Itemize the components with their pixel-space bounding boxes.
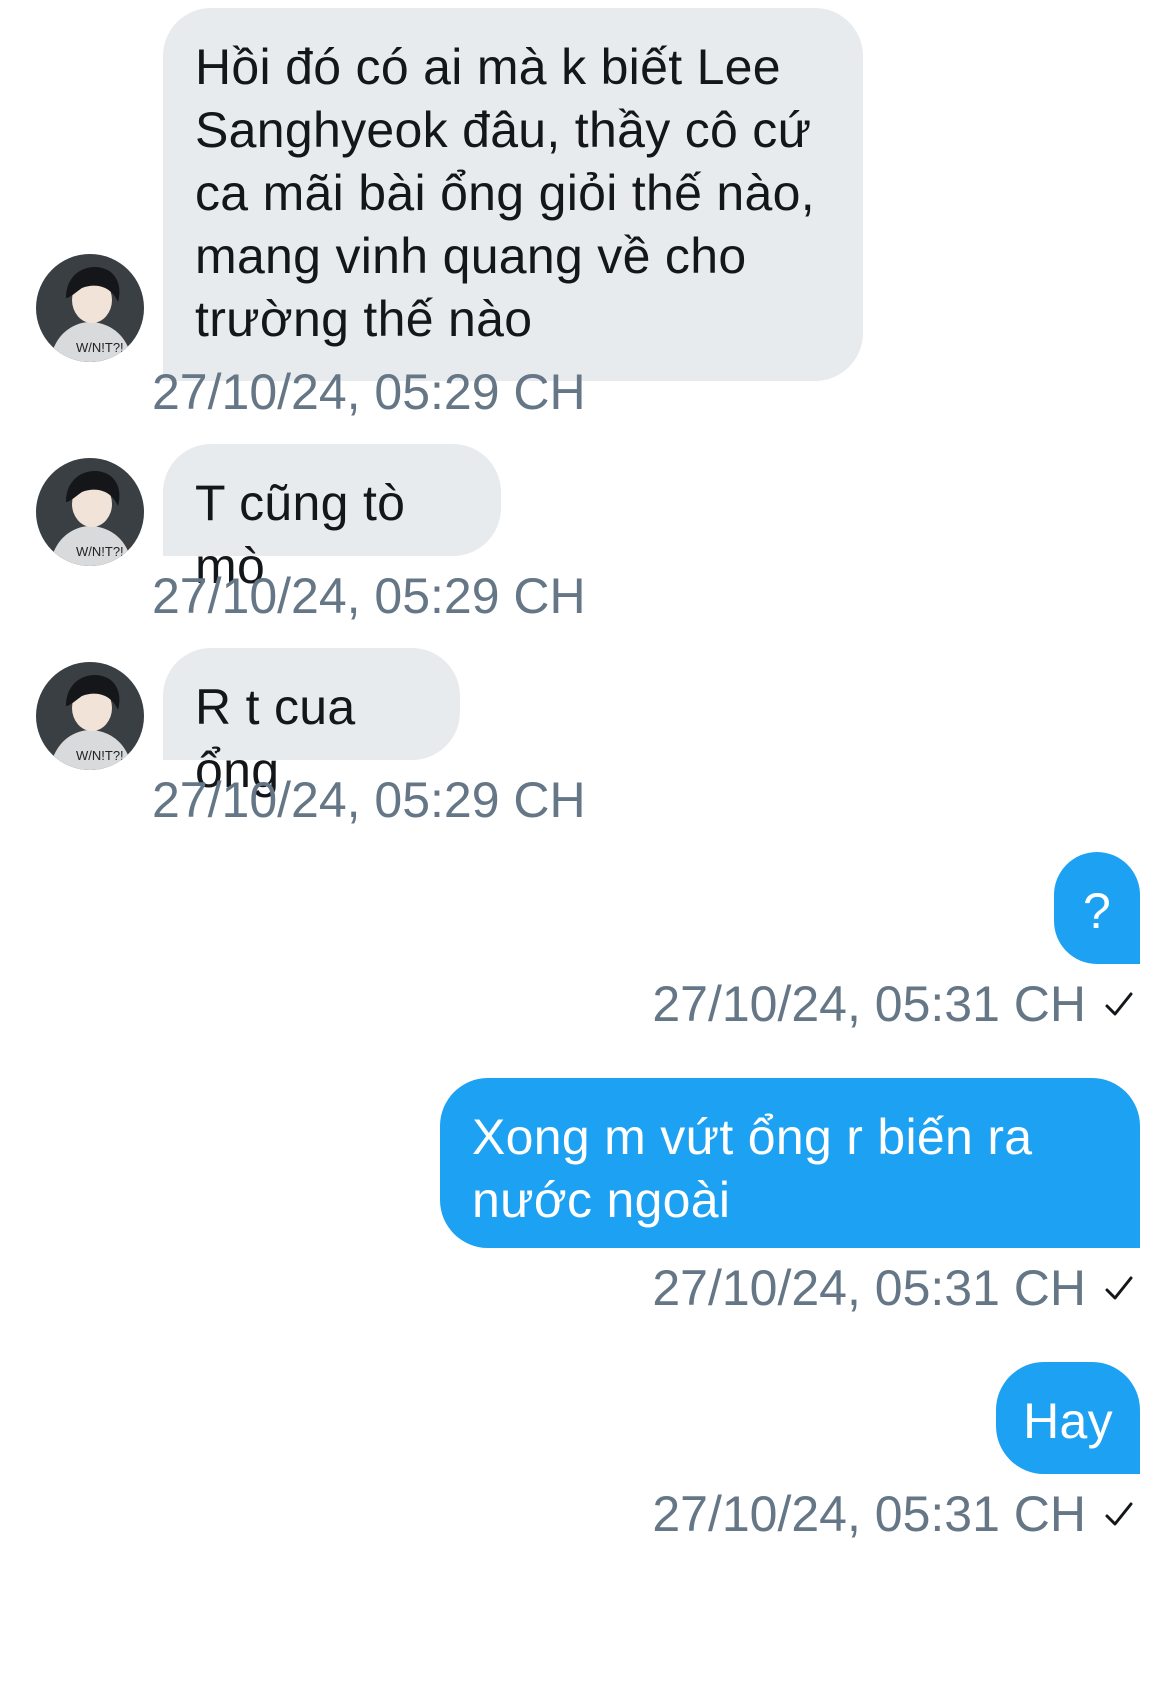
avatar-icon[interactable]: W/N!T?! [36,662,144,770]
outgoing-message-bubble[interactable]: Xong m vứt ổng r biến ra nước ngoài [440,1078,1140,1248]
incoming-message-bubble[interactable]: T cũng tò mò [163,444,501,594]
check-icon [1105,992,1133,1016]
svg-text:W/N!T?!: W/N!T?! [76,544,124,559]
check-icon [1105,1502,1133,1526]
incoming-message-bubble[interactable]: R t cua ổng [163,648,460,798]
incoming-message-bubble[interactable]: Hồi đó có ai mà k biết Lee Sanghyeok đâu… [163,8,863,381]
timestamp-text: 27/10/24, 05:31 CH [652,976,1086,1032]
avatar-icon[interactable]: W/N!T?! [36,458,144,566]
svg-text:W/N!T?!: W/N!T?! [76,748,124,763]
outgoing-message-bubble[interactable]: ? [1054,852,1140,964]
outgoing-message-bubble[interactable]: Hay [996,1362,1140,1474]
message-timestamp: 27/10/24, 05:31 CH [652,976,1136,1032]
message-timestamp: 27/10/24, 05:31 CH [652,1486,1136,1542]
message-timestamp: 27/10/24, 05:31 CH [652,1260,1136,1316]
avatar-icon[interactable]: W/N!T?! [36,254,144,362]
timestamp-text: 27/10/24, 05:31 CH [652,1486,1086,1542]
message-timestamp: 27/10/24, 05:29 CH [152,364,586,420]
check-icon [1105,1276,1133,1300]
timestamp-text: 27/10/24, 05:31 CH [652,1260,1086,1316]
message-thread: Hồi đó có ai mà k biết Lee Sanghyeok đâu… [0,0,1170,1707]
svg-text:W/N!T?!: W/N!T?! [76,340,124,355]
message-timestamp: 27/10/24, 05:29 CH [152,772,586,828]
message-timestamp: 27/10/24, 05:29 CH [152,568,586,624]
